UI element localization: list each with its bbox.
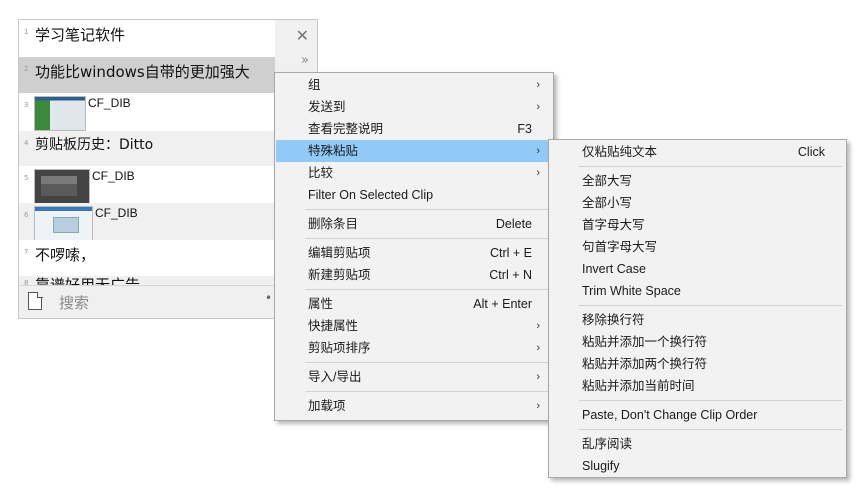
clip-index: 6 xyxy=(24,211,29,219)
menu-separator xyxy=(305,391,549,392)
search-input[interactable]: 搜索 xyxy=(59,292,89,313)
submenu-item-paste-add-two-line-breaks[interactable]: 粘贴并添加两个换行符 xyxy=(550,353,845,375)
clip-row-2-selected[interactable]: 2 功能比windows自带的更加强大 xyxy=(19,57,275,93)
submenu-item-slugify[interactable]: Slugify xyxy=(550,455,845,477)
special-paste-submenu: 仅粘贴纯文本 Click 全部大写 全部小写 首字母大写 句首字母大写 Inve… xyxy=(548,139,847,478)
menu-item-add-ins[interactable]: 加载项 › xyxy=(276,395,552,417)
submenu-item-uppercase[interactable]: 全部大写 xyxy=(550,170,845,192)
clip-index: 7 xyxy=(24,248,29,256)
clip-format-label: CF_DIB xyxy=(88,96,131,110)
submenu-item-paste-dont-change-order[interactable]: Paste, Don't Change Clip Order xyxy=(550,404,845,426)
clip-format-label: CF_DIB xyxy=(92,169,135,183)
expand-more-icon[interactable]: » xyxy=(301,54,309,67)
clip-thumbnail xyxy=(34,169,90,203)
menu-item-edit-clip[interactable]: 编辑剪贴项 Ctrl + E xyxy=(276,242,552,264)
menu-separator xyxy=(305,289,549,290)
clip-index: 4 xyxy=(24,139,29,147)
menu-item-send-to[interactable]: 发送到 › xyxy=(276,96,552,118)
menu-separator xyxy=(305,362,549,363)
menu-separator xyxy=(579,166,842,167)
menu-item-view-full-description[interactable]: 查看完整说明 F3 xyxy=(276,118,552,140)
menu-item-new-clip[interactable]: 新建剪贴项 Ctrl + N xyxy=(276,264,552,286)
clip-row-5[interactable]: 5 CF_DIB xyxy=(19,166,275,203)
chevron-right-icon: › xyxy=(536,101,540,113)
clip-index: 2 xyxy=(24,65,29,73)
submenu-item-paste-plain-text[interactable]: 仅粘贴纯文本 Click xyxy=(550,141,845,163)
clip-format-label: CF_DIB xyxy=(95,206,138,220)
chevron-right-icon: › xyxy=(536,371,540,383)
clip-row-1[interactable]: 1 学习笔记软件 xyxy=(19,20,275,57)
chevron-right-icon: › xyxy=(536,400,540,412)
clip-row-4[interactable]: 4 剪贴板历史：Ditto xyxy=(19,131,275,166)
submenu-item-capitalize[interactable]: 首字母大写 xyxy=(550,214,845,236)
menu-separator xyxy=(579,429,842,430)
chevron-right-icon: › xyxy=(536,79,540,91)
ditto-clip-window: 1 学习笔记软件 2 功能比windows自带的更加强大 3 CF_DIB 4 … xyxy=(18,19,318,319)
context-menu: 组 › 发送到 › 查看完整说明 F3 特殊粘贴 › 比较 › Filter O… xyxy=(274,72,554,421)
submenu-item-remove-line-breaks[interactable]: 移除换行符 xyxy=(550,309,845,331)
chevron-right-icon: › xyxy=(536,342,540,354)
clip-text: 学习笔记软件 xyxy=(35,26,126,44)
chevron-right-icon: › xyxy=(536,167,540,179)
menu-separator xyxy=(579,400,842,401)
menu-item-quick-properties[interactable]: 快捷属性 › xyxy=(276,315,552,337)
menu-item-delete-entry[interactable]: 删除条目 Delete xyxy=(276,213,552,235)
clip-row-7[interactable]: 7 不啰嗦， xyxy=(19,240,275,276)
submenu-item-paste-add-current-time[interactable]: 粘贴并添加当前时间 xyxy=(550,375,845,397)
menu-item-filter-on-selected-clip[interactable]: Filter On Selected Clip xyxy=(276,184,552,206)
clip-index: 1 xyxy=(24,28,29,36)
menu-item-clip-order[interactable]: 剪贴项排序 › xyxy=(276,337,552,359)
clip-index: 3 xyxy=(24,101,29,109)
clip-thumbnail xyxy=(34,206,93,240)
menu-separator xyxy=(579,305,842,306)
menu-item-properties[interactable]: 属性 Alt + Enter xyxy=(276,293,552,315)
clip-text: 剪贴板历史：Ditto xyxy=(35,137,154,153)
clip-row-6[interactable]: 6 CF_DIB xyxy=(19,203,275,240)
menu-item-import-export[interactable]: 导入/导出 › xyxy=(276,366,552,388)
submenu-item-trim-white-space[interactable]: Trim White Space xyxy=(550,280,845,302)
menu-item-compare[interactable]: 比较 › xyxy=(276,162,552,184)
submenu-item-lowercase[interactable]: 全部小写 xyxy=(550,192,845,214)
document-icon[interactable] xyxy=(28,291,43,310)
clip-thumbnail xyxy=(34,96,86,131)
clip-index: 5 xyxy=(24,174,29,182)
menu-separator xyxy=(305,238,549,239)
clip-text: 不啰嗦， xyxy=(35,246,96,264)
chevron-right-icon: › xyxy=(536,145,540,157)
submenu-item-paste-add-one-line-break[interactable]: 粘贴并添加一个换行符 xyxy=(550,331,845,353)
menu-separator xyxy=(305,209,549,210)
menu-item-special-paste[interactable]: 特殊粘贴 › xyxy=(276,140,552,162)
submenu-item-invert-case[interactable]: Invert Case xyxy=(550,258,845,280)
clip-row-3[interactable]: 3 CF_DIB xyxy=(19,93,275,131)
submenu-item-shuffle-read[interactable]: 乱序阅读 xyxy=(550,433,845,455)
close-icon[interactable]: ✕ xyxy=(296,28,309,44)
chevron-right-icon: › xyxy=(536,320,540,332)
menu-item-group[interactable]: 组 › xyxy=(276,74,552,96)
search-bar: 搜索 • xyxy=(19,285,317,318)
submenu-item-sentence-case[interactable]: 句首字母大写 xyxy=(550,236,845,258)
clip-text: 功能比windows自带的更加强大 xyxy=(35,63,250,81)
search-options-dot[interactable]: • xyxy=(265,291,272,305)
